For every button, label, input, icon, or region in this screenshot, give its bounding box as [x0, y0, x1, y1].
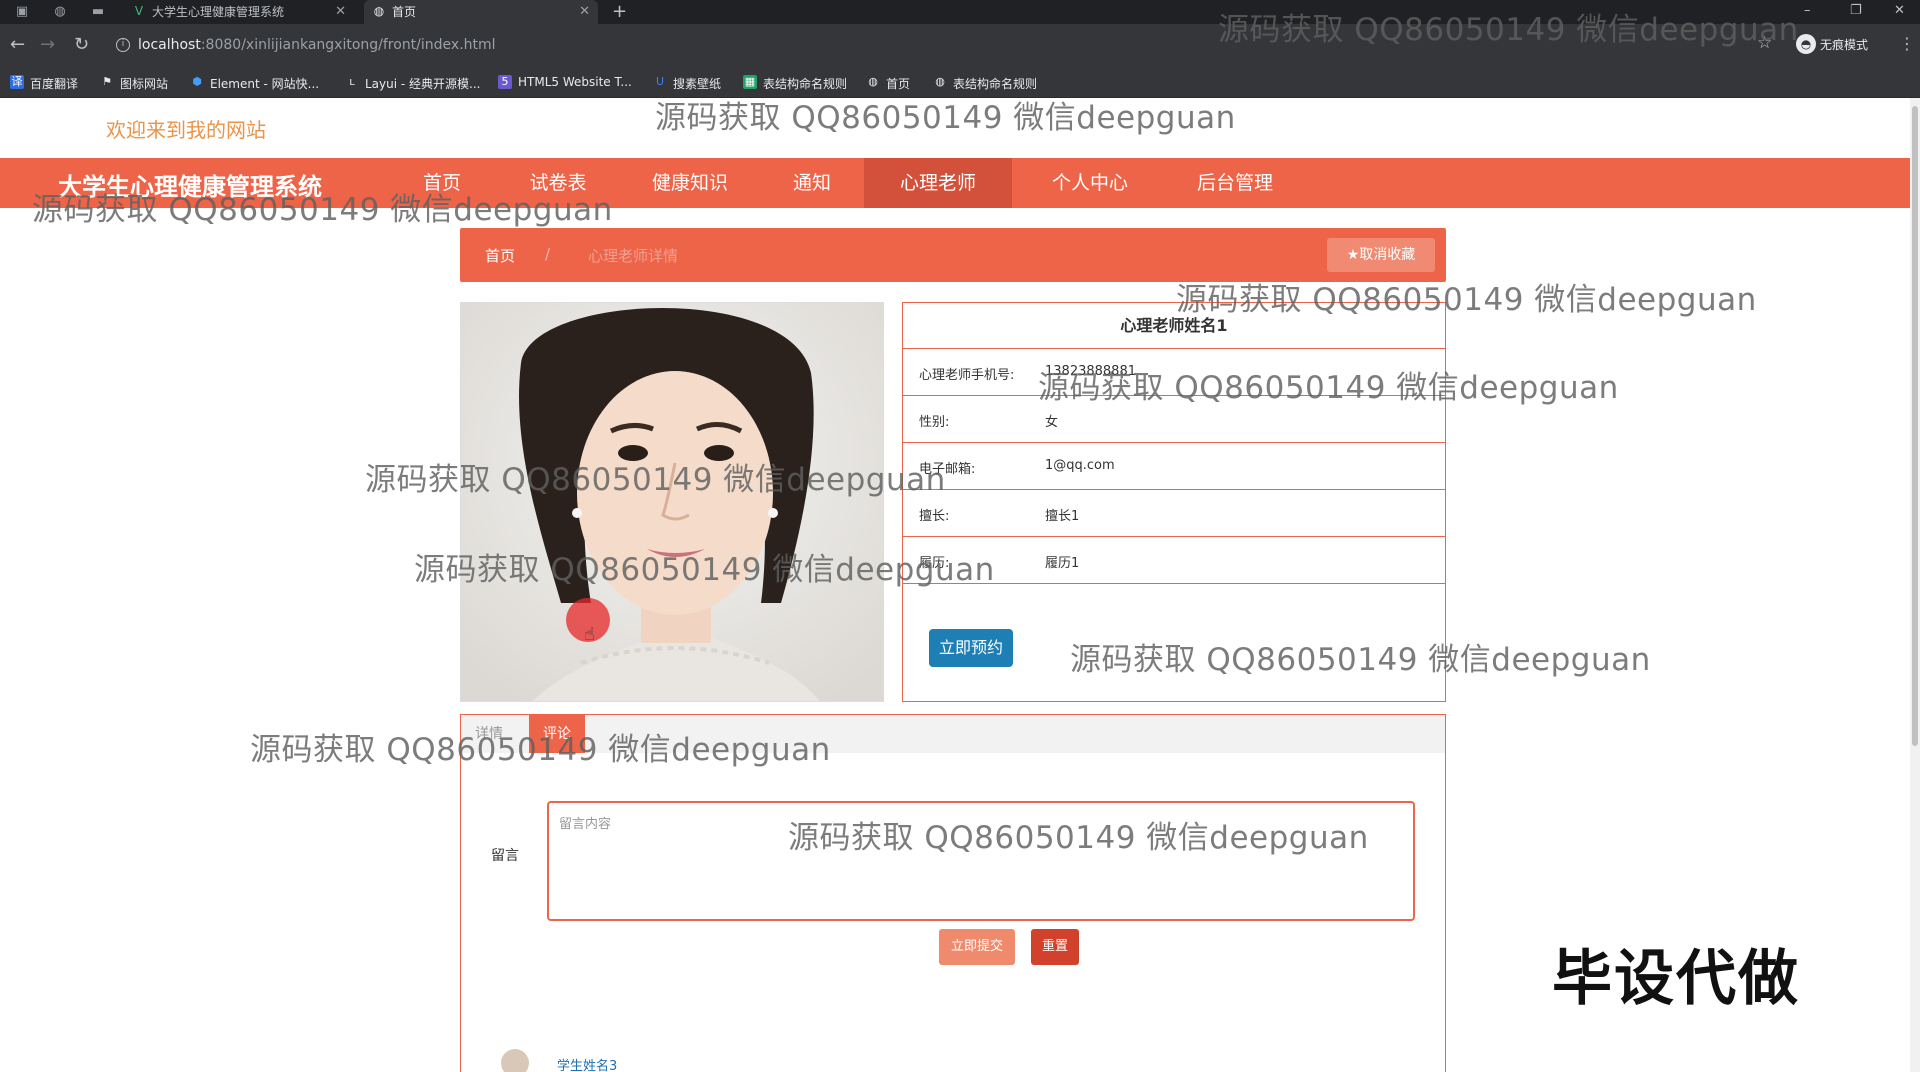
field-label: 性别: — [919, 415, 950, 430]
bookmark-item[interactable]: U 搜素壁纸 — [653, 75, 721, 92]
info-icon[interactable]: i — [116, 38, 130, 52]
watermark: 源码获取 QQ86050149 微信deepguan — [414, 552, 995, 588]
breadcrumb-separator: / — [545, 245, 551, 263]
field-value: 擅长1 — [1045, 509, 1080, 524]
promo-stamp: 毕设代做 — [1552, 944, 1800, 1014]
book-appointment-button[interactable]: 立即预约 — [929, 629, 1013, 667]
sheet-icon: ▦ — [743, 75, 757, 89]
app-icon[interactable]: ▣ — [14, 4, 30, 20]
incognito-icon: ◓ — [1796, 34, 1816, 54]
bookmark-label: 首页 — [886, 77, 911, 91]
field-label: 擅长: — [919, 509, 950, 524]
globe-icon[interactable]: ◍ — [52, 4, 68, 20]
window-icon[interactable]: ▬ — [90, 4, 106, 20]
scrollbar-thumb[interactable] — [1912, 106, 1918, 746]
tab-title: 首页 — [392, 5, 417, 19]
layui-icon: ʟ — [349, 75, 355, 88]
field-label: 心理老师手机号: — [919, 368, 1015, 383]
globe-icon: ◍ — [373, 4, 385, 18]
watermark: 源码获取 QQ86050149 微信deepguan — [250, 732, 831, 768]
comment-username: 学生姓名3 — [557, 1059, 618, 1072]
incognito-label: 无痕模式 — [1820, 38, 1869, 52]
incognito-indicator[interactable]: ◓ 无痕模式 — [1796, 34, 1869, 54]
translate-icon: 译 — [10, 75, 24, 89]
url-path: :8080/xinlijiankangxitong/front/index.ht… — [200, 37, 496, 53]
watermark: 源码获取 QQ86050149 微信deepguan — [655, 100, 1236, 136]
browser-tab-1[interactable]: V 大学生心理健康管理系统 ✕ — [124, 0, 354, 24]
nav-item-profile[interactable]: 个人中心 — [1030, 158, 1150, 208]
welcome-text: 欢迎来到我的网站 — [106, 118, 266, 142]
bookmark-label: 图标网站 — [120, 77, 169, 91]
reset-button[interactable]: 重置 — [1031, 929, 1079, 965]
nav-item-notices[interactable]: 通知 — [772, 158, 852, 208]
browser-tab-2[interactable]: ◍ 首页 ✕ — [364, 0, 598, 24]
close-icon[interactable]: ✕ — [335, 0, 346, 24]
teacher-photo — [460, 302, 884, 702]
bookmark-label: 表结构命名规则 — [763, 77, 848, 91]
new-tab-button[interactable]: + — [612, 0, 627, 24]
bookmark-item[interactable]: ʟ Layui - 经典开源模... — [345, 75, 480, 92]
menu-kebab-icon[interactable]: ⋮ — [1899, 34, 1915, 53]
bookmark-label: 百度翻译 — [30, 77, 79, 91]
avatar — [501, 1049, 529, 1072]
watermark: 源码获取 QQ86050149 微信deepguan — [365, 462, 946, 498]
watermark: 源码获取 QQ86050149 微信deepguan — [32, 192, 613, 228]
close-window-icon[interactable]: ✕ — [1894, 0, 1905, 22]
watermark: 源码获取 QQ86050149 微信deepguan — [1176, 282, 1757, 318]
forward-icon[interactable]: → — [40, 35, 55, 55]
html5-icon: 5 — [498, 75, 512, 89]
watermark: 源码获取 QQ86050149 微信deepguan — [1218, 12, 1799, 48]
page-scrollbar[interactable] — [1910, 98, 1920, 1072]
mouse-cursor-icon: ☝ — [584, 624, 595, 645]
restore-icon[interactable]: ❐ — [1850, 0, 1862, 22]
nav-item-admin[interactable]: 后台管理 — [1172, 158, 1298, 208]
breadcrumb-home[interactable]: 首页 — [485, 245, 515, 266]
portrait-image — [461, 303, 883, 701]
field-value: 履历1 — [1045, 556, 1080, 571]
nav-item-health-knowledge[interactable]: 健康知识 — [630, 158, 750, 208]
tab-title: 大学生心理健康管理系统 — [152, 5, 285, 19]
bookmark-item[interactable]: 译百度翻译 — [10, 75, 78, 92]
watermark: 源码获取 QQ86050149 微信deepguan — [788, 820, 1369, 856]
globe-icon: ◍ — [868, 75, 878, 88]
vue-icon: V — [134, 4, 144, 18]
globe-icon: ◍ — [935, 75, 945, 88]
bookmark-item[interactable]: ⬢ Element - 网站快... — [190, 75, 319, 92]
wallpaper-icon: U — [655, 75, 665, 88]
nav-item-counselors[interactable]: 心理老师 — [864, 158, 1012, 208]
submit-button[interactable]: 立即提交 — [939, 929, 1015, 965]
back-icon[interactable]: ← — [10, 35, 25, 55]
info-row-specialty: 擅长: 擅长1 — [903, 490, 1445, 537]
url-host: localhost — [138, 37, 201, 53]
bookmark-label: HTML5 Website T... — [518, 75, 632, 89]
bookmark-item[interactable]: ▦ 表结构命名规则 — [743, 75, 847, 92]
breadcrumb-current: 心理老师详情 — [588, 247, 679, 265]
bookmark-label: Layui - 经典开源模... — [365, 77, 481, 91]
element-icon: ⬢ — [192, 75, 202, 88]
bookmark-label: 搜素壁纸 — [673, 77, 722, 91]
close-icon[interactable]: ✕ — [579, 0, 590, 24]
watermark: 源码获取 QQ86050149 微信deepguan — [1038, 370, 1619, 406]
bookmark-item[interactable]: ⚑ 图标网站 — [100, 75, 168, 92]
bookmark-label: 表结构命名规则 — [953, 77, 1038, 91]
url-text: localhost:8080/xinlijiankangxitong/front… — [138, 37, 496, 53]
field-value: 1@qq.com — [1045, 458, 1115, 473]
reload-icon[interactable]: ↻ — [74, 35, 89, 55]
info-row-email: 电子邮箱: 1@qq.com — [903, 443, 1445, 490]
bookmark-item[interactable]: 5 HTML5 Website T... — [498, 75, 632, 89]
minimize-icon[interactable]: – — [1804, 0, 1811, 22]
field-value: 女 — [1045, 415, 1059, 430]
flag-icon: ⚑ — [102, 75, 112, 88]
message-label: 留言 — [491, 848, 519, 864]
watermark: 源码获取 QQ86050149 微信deepguan — [1070, 642, 1651, 678]
unfavorite-button[interactable]: ★取消收藏 — [1327, 238, 1435, 272]
bookmark-item[interactable]: ◍ 表结构命名规则 — [933, 75, 1037, 92]
bookmark-label: Element - 网站快... — [210, 77, 320, 91]
bookmark-item[interactable]: ◍ 首页 — [866, 75, 910, 92]
